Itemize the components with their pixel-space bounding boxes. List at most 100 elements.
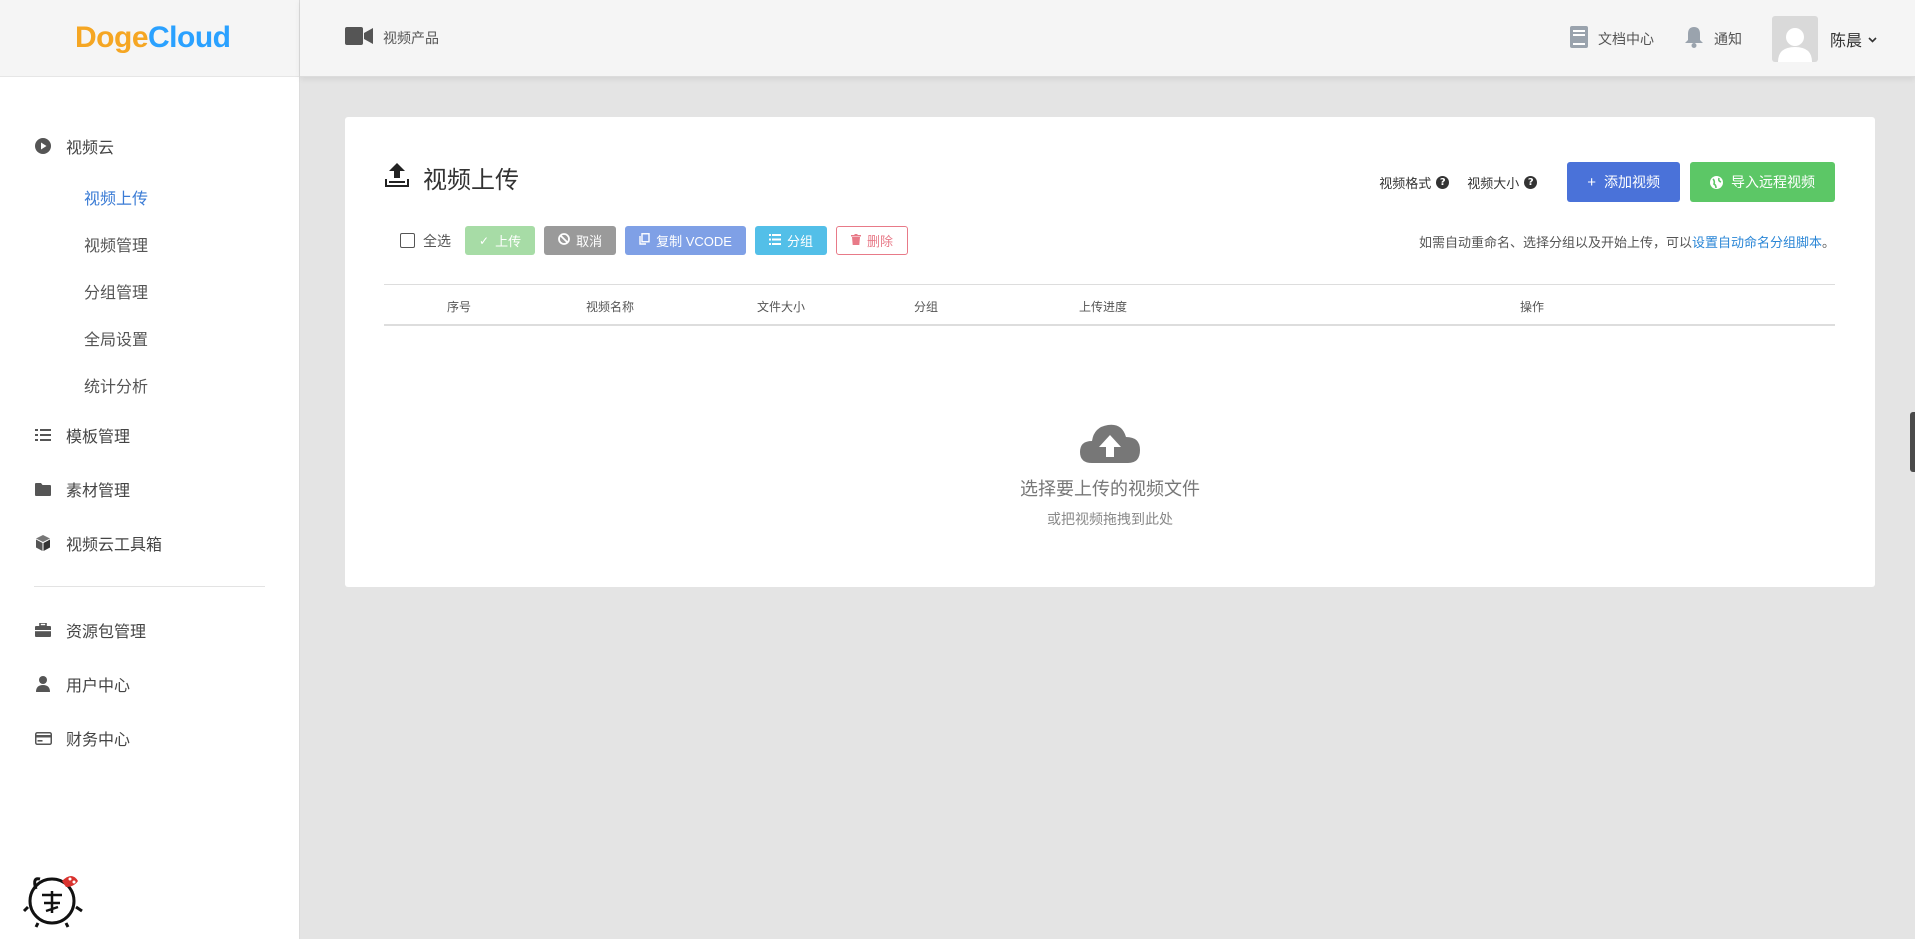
header-actions: 视频格式 ? 视频大小 ? + 添加视频 导入远程视频 [1379, 162, 1835, 202]
sidebar-item-video-cloud[interactable]: 视频云 [0, 119, 299, 173]
sidebar-item-user-center[interactable]: 用户中心 [0, 657, 299, 711]
auto-naming-script-link[interactable]: 设置自动命名分组脚本 [1692, 236, 1822, 251]
sidebar-item-templates[interactable]: 模板管理 [0, 408, 299, 462]
user-menu[interactable]: 陈晨 [1830, 27, 1877, 51]
add-video-button[interactable]: + 添加视频 [1567, 162, 1680, 202]
table-header: 序号 视频名称 文件大小 分组 上传进度 操作 [384, 284, 1835, 326]
page-title-text: 视频上传 [423, 166, 519, 194]
sidebar-item-label: 财务中心 [66, 730, 131, 749]
select-all-label: 全选 [423, 233, 451, 250]
column-header-file-size: 文件大小 [757, 300, 806, 314]
group-label: 分组 [786, 234, 813, 249]
sidebar-divider [34, 586, 265, 587]
copy-vcode-button[interactable]: 复制 VCODE [625, 226, 746, 255]
column-header-progress: 上传进度 [1079, 300, 1128, 314]
mascot-image [22, 867, 84, 929]
credit-card-icon [34, 729, 52, 747]
delete-button[interactable]: 删除 [835, 226, 908, 255]
sidebar-subitem-global-settings[interactable]: 全局设置 [0, 314, 299, 361]
video-size-label: 视频大小 [1467, 176, 1520, 192]
side-scroll-tab[interactable] [1910, 412, 1915, 472]
folder-icon [34, 480, 52, 498]
question-circle-icon: ? [1436, 175, 1450, 189]
copy-icon [639, 233, 650, 248]
sidebar-item-toolbox[interactable]: 视频云工具箱 [0, 516, 299, 570]
username-label: 陈晨 [1829, 31, 1862, 50]
upload-card: 视频上传 视频格式 ? 视频大小 ? + 添加视频 导入远程视频 全选 ✓ 上传 [345, 117, 1875, 587]
sidebar-subitem-group-manage[interactable]: 分组管理 [0, 267, 299, 314]
sidebar-item-label: 视频云工具箱 [66, 535, 163, 554]
video-product-menu[interactable]: 视频产品 [345, 27, 439, 49]
avatar[interactable] [1771, 16, 1818, 62]
empty-dropzone[interactable]: 选择要上传的视频文件 或把视频拖拽到此处 [345, 419, 1875, 529]
sidebar-item-finance[interactable]: 财务中心 [0, 711, 299, 765]
sidebar-item-label: 资源包管理 [66, 622, 147, 641]
column-header-video-name: 视频名称 [586, 300, 635, 314]
video-format-label: 视频格式 [1379, 176, 1432, 192]
add-video-label: 添加视频 [1604, 174, 1660, 190]
upload-label: 上传 [495, 234, 522, 249]
sidebar-subitem-statistics[interactable]: 统计分析 [0, 361, 299, 408]
sidebar-subitem-video-manage[interactable]: 视频管理 [0, 220, 299, 267]
sidebar-item-label: 视频云 [66, 138, 115, 157]
video-product-label: 视频产品 [383, 31, 439, 47]
trash-icon [850, 233, 861, 248]
user-icon [34, 675, 52, 693]
cancel-label: 取消 [576, 234, 603, 249]
video-size-help[interactable]: 视频大小 ? [1467, 173, 1538, 192]
book-icon [1569, 26, 1598, 52]
video-format-help[interactable]: 视频格式 ? [1379, 173, 1450, 192]
hint-suffix: 。 [1821, 236, 1835, 251]
docs-label: 文档中心 [1597, 32, 1654, 48]
page-title: 视频上传 [385, 160, 519, 195]
select-all-checkbox[interactable]: 全选 [400, 231, 451, 251]
hint-prefix: 如需自动重命名、选择分组以及开始上传，可以 [1418, 236, 1692, 251]
check-icon: ✓ [479, 233, 490, 248]
brand-logo[interactable]: Doge Cloud [0, 0, 299, 77]
list-icon [34, 426, 52, 444]
empty-title: 选择要上传的视频文件 [1020, 479, 1200, 500]
globe-icon [1710, 175, 1723, 189]
upload-icon [385, 162, 423, 193]
notifications-label: 通知 [1713, 32, 1742, 48]
ban-icon [558, 233, 570, 248]
bell-icon [1684, 26, 1714, 52]
column-header-index: 序号 [447, 300, 472, 314]
cancel-button[interactable]: 取消 [544, 226, 617, 255]
empty-subtitle: 或把视频拖拽到此处 [1047, 512, 1173, 528]
question-circle-icon: ? [1524, 175, 1538, 189]
brand-part2: Cloud [148, 21, 231, 54]
checkbox-box [400, 233, 415, 248]
column-header-group: 分组 [914, 300, 939, 314]
sidebar-item-resource-packs[interactable]: 资源包管理 [0, 603, 299, 657]
upload-toolbar: 全选 ✓ 上传 取消 复制 VCODE 分组 删除 [400, 226, 917, 255]
sidebar-item-label: 模板管理 [66, 427, 131, 446]
import-remote-video-button[interactable]: 导入远程视频 [1690, 162, 1835, 202]
sidebar: Doge Cloud 视频云 视频上传 视频管理 分组管理 全局设置 统计分析 模… [0, 0, 300, 939]
sidebar-nav: 视频云 视频上传 视频管理 分组管理 全局设置 统计分析 模板管理 素材管理 视… [0, 77, 299, 765]
cube-icon [34, 534, 52, 552]
docs-link[interactable]: 文档中心 [1569, 26, 1654, 52]
sidebar-subitem-video-upload[interactable]: 视频上传 [0, 173, 299, 220]
list-icon [768, 233, 781, 248]
plus-icon: + [1587, 173, 1596, 191]
import-remote-label: 导入远程视频 [1731, 174, 1815, 190]
auto-rename-hint: 如需自动重命名、选择分组以及开始上传，可以设置自动命名分组脚本。 [1419, 232, 1835, 251]
video-camera-icon [345, 27, 383, 49]
delete-label: 删除 [866, 234, 893, 249]
copy-vcode-label: 复制 VCODE [656, 234, 732, 249]
briefcase-icon [34, 621, 52, 639]
play-circle-icon [34, 137, 52, 155]
brand-part1: Doge [75, 21, 149, 54]
column-header-actions: 操作 [1520, 300, 1545, 314]
notifications-link[interactable]: 通知 [1684, 26, 1742, 52]
cloud-upload-icon [1078, 419, 1142, 469]
sidebar-item-label: 用户中心 [66, 676, 131, 695]
sidebar-item-label: 素材管理 [66, 481, 131, 500]
group-button[interactable]: 分组 [754, 226, 827, 255]
chevron-down-icon [1868, 33, 1877, 46]
upload-button[interactable]: ✓ 上传 [465, 226, 536, 255]
top-bar: 视频产品 文档中心 通知 陈晨 [300, 0, 1915, 77]
sidebar-item-materials[interactable]: 素材管理 [0, 462, 299, 516]
top-bar-right: 文档中心 通知 陈晨 [1569, 16, 1877, 62]
